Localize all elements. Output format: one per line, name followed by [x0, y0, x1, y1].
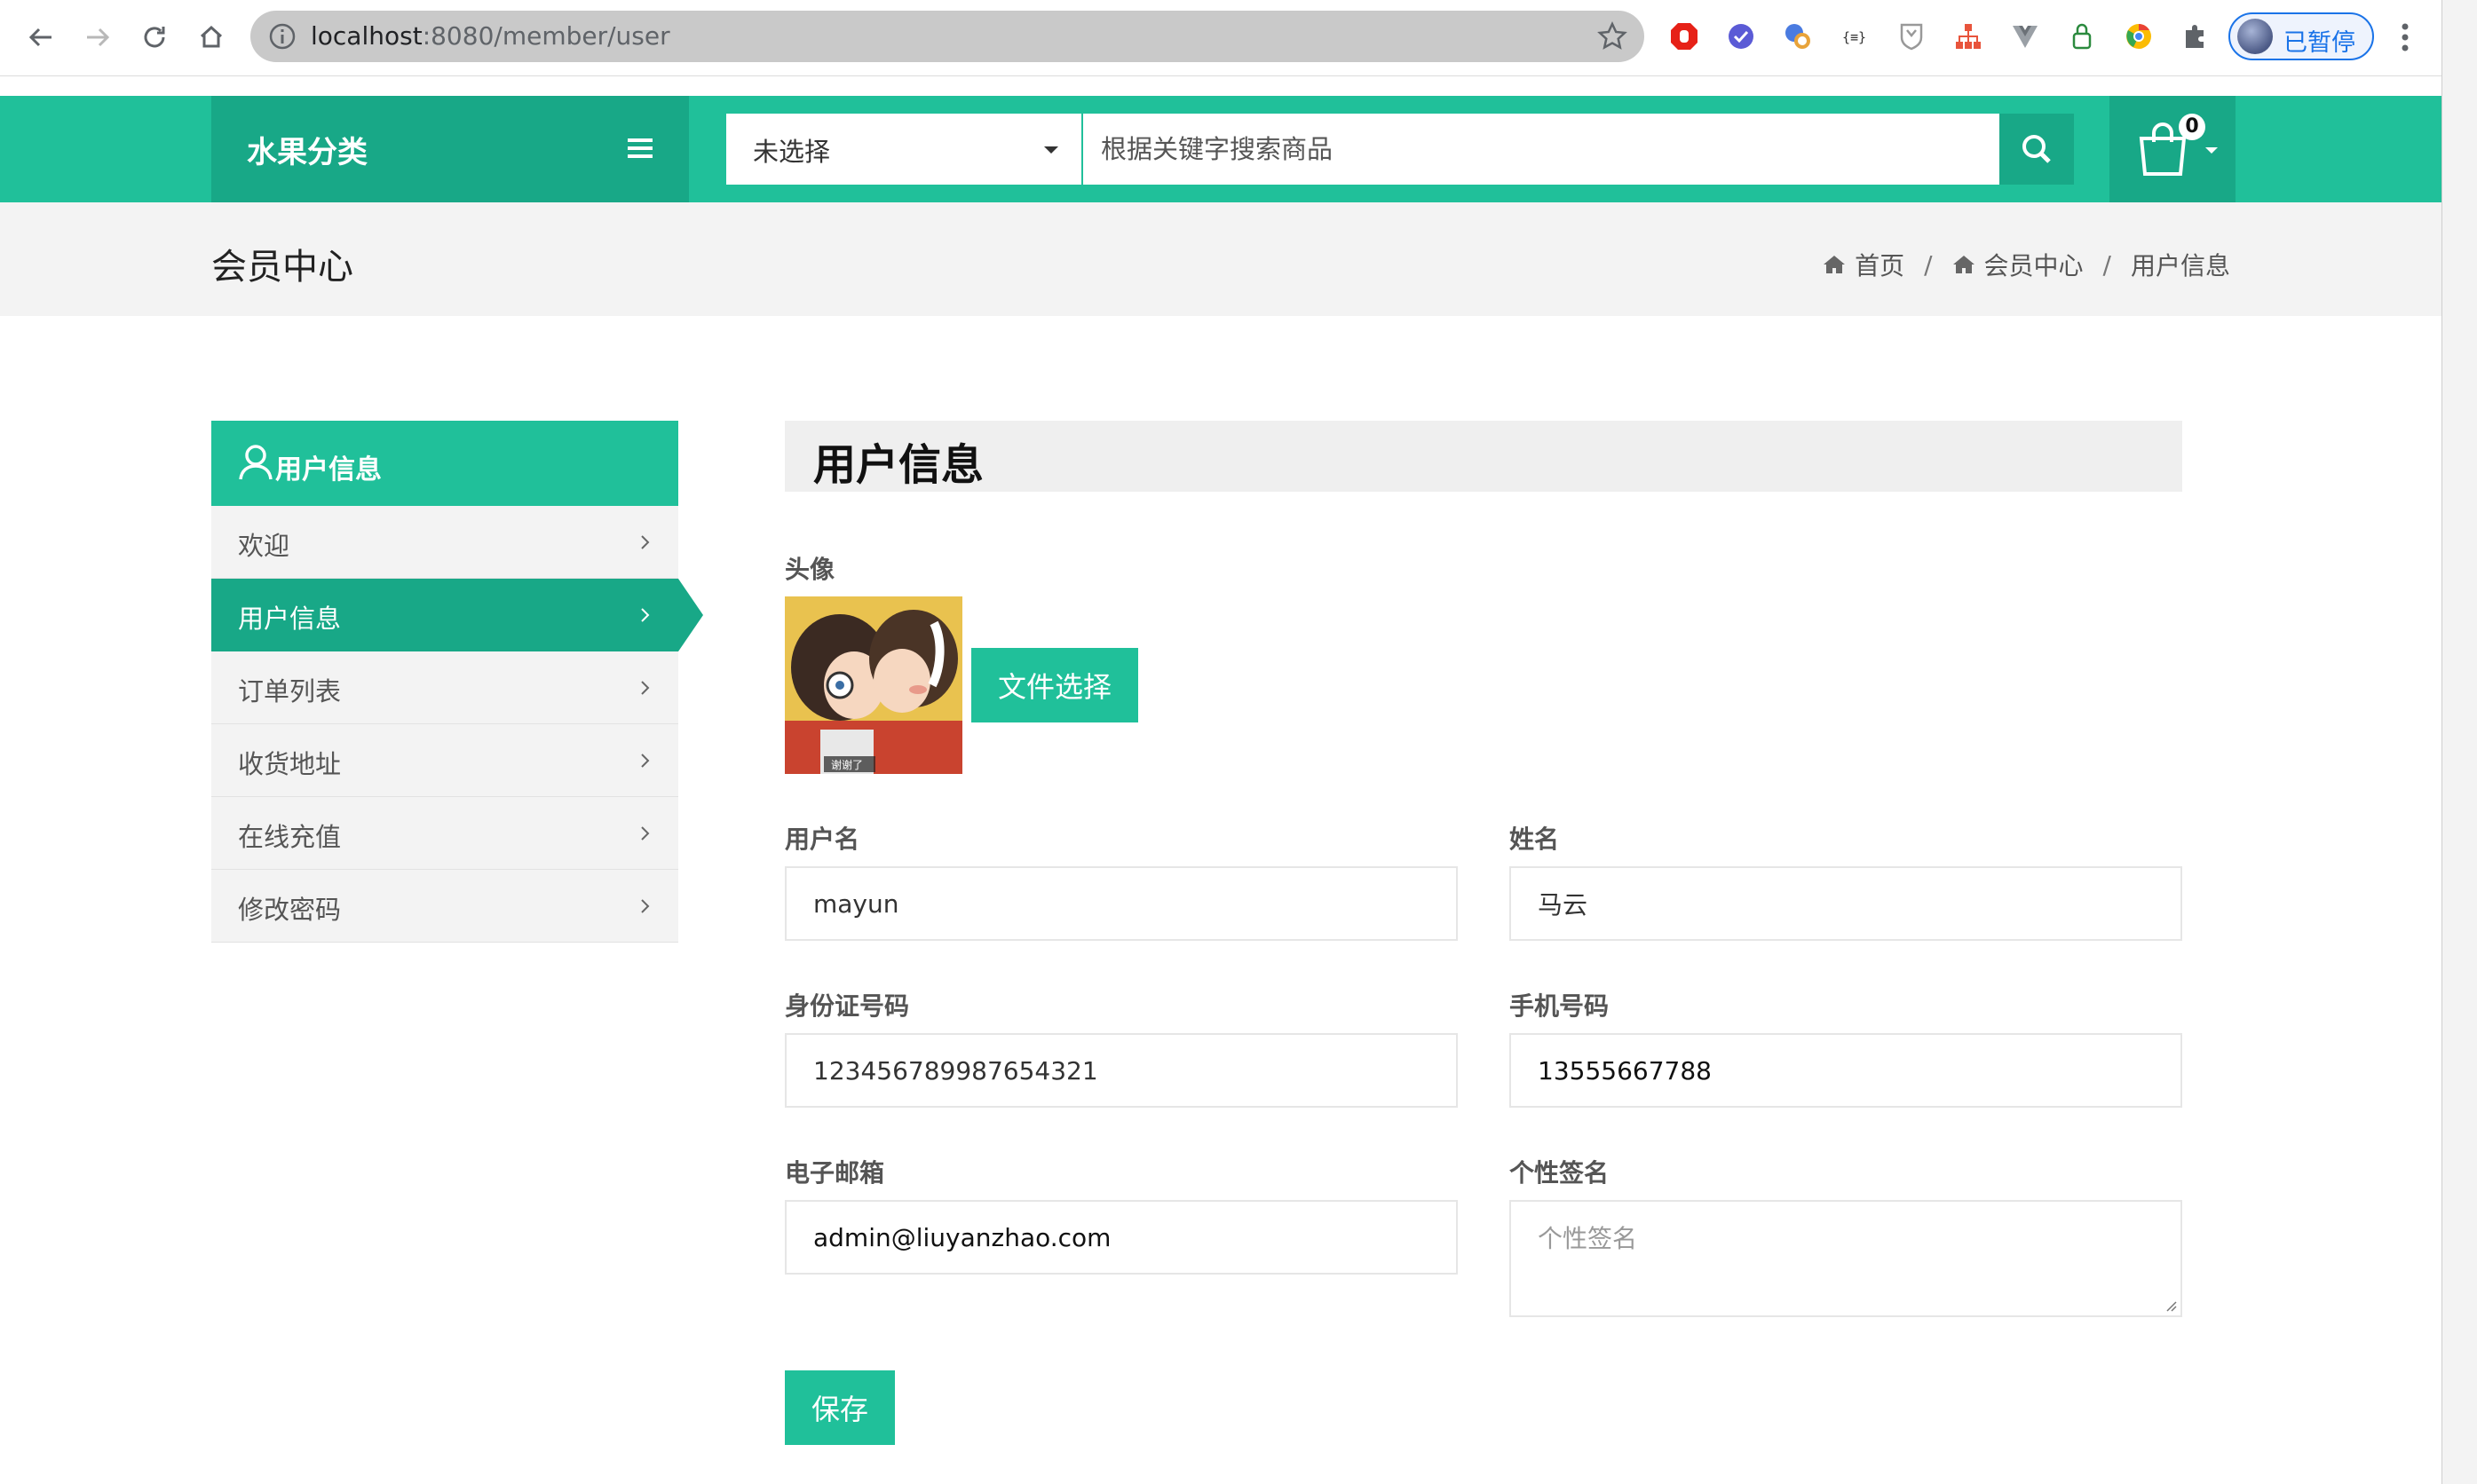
user-icon	[239, 445, 273, 480]
browser-toolbar: localhost:8080/member/user {≡} 已暂停	[0, 0, 2441, 76]
email-field[interactable]: admin@liuyanzhao.com	[785, 1200, 1458, 1275]
breadcrumb-current-label: 用户信息	[2130, 251, 2230, 280]
puzzle-extensions-icon[interactable]	[2179, 20, 2212, 53]
breadcrumb-member-center[interactable]: 会员中心	[1952, 247, 2084, 282]
file-select-button[interactable]: 文件选择	[971, 648, 1138, 722]
chevron-down-icon	[2205, 147, 2218, 154]
realname-label: 姓名	[1509, 825, 1560, 854]
avatar-image: 谢谢了	[785, 596, 962, 774]
idcard-field[interactable]: 123456789987654321	[785, 1033, 1458, 1108]
breadcrumb-separator: /	[2102, 249, 2111, 280]
breadcrumb-link-member-center[interactable]: 会员中心	[1984, 247, 2084, 282]
sitemap-extension-icon[interactable]	[1951, 20, 1985, 53]
address-bar[interactable]: localhost:8080/member/user	[250, 11, 1644, 62]
sidebar-item-label: 修改密码	[238, 895, 342, 925]
sidebar-item-label: 收货地址	[238, 749, 342, 779]
idcard-label: 身份证号码	[785, 991, 910, 1021]
chrome-extension-icon[interactable]	[2122, 20, 2156, 53]
home-icon	[1952, 256, 1974, 273]
search-input[interactable]	[1083, 114, 1999, 185]
sidebar-item-label: 用户信息	[238, 604, 342, 634]
username-label: 用户名	[785, 825, 860, 854]
translate-extension-icon[interactable]	[1781, 20, 1815, 53]
chevron-right-icon	[641, 608, 650, 622]
sidebar-item-change-password[interactable]: 修改密码	[211, 870, 678, 943]
page-title: 会员中心	[211, 247, 353, 288]
bookmark-star-icon[interactable]	[1596, 20, 1628, 52]
signature-label: 个性签名	[1509, 1158, 1610, 1188]
breadcrumb: 首页 / 会员中心 / 用户信息	[1823, 247, 2230, 282]
avatar-label: 头像	[785, 555, 835, 584]
chevron-right-icon	[641, 535, 650, 549]
json-extension-icon[interactable]: {≡}	[1838, 20, 1872, 53]
resize-grip-icon[interactable]	[2164, 1299, 2177, 1312]
svg-text:{≡}: {≡}	[1842, 29, 1866, 45]
breadcrumb-separator: /	[1924, 249, 1933, 280]
page-header-band: 会员中心 首页 / 会员中心 / 用户信息	[0, 202, 2441, 316]
section-title: 用户信息	[813, 440, 985, 490]
adblock-extension-icon[interactable]	[1667, 20, 1701, 53]
more-menu-icon[interactable]	[2392, 18, 2418, 57]
home-icon	[1824, 256, 1846, 273]
back-icon[interactable]	[16, 12, 66, 62]
vue-extension-icon[interactable]	[2008, 20, 2042, 53]
cart-button[interactable]: 0	[2109, 96, 2236, 202]
sidebar-item-recharge[interactable]: 在线充值	[211, 797, 678, 870]
category-menu[interactable]: 水果分类	[211, 96, 689, 202]
cart-count-badge: 0	[2179, 114, 2205, 140]
profile-paused-button[interactable]: 已暂停	[2228, 12, 2374, 60]
realname-field[interactable]: 马云	[1509, 866, 2182, 941]
avatar	[2237, 19, 2273, 54]
sidebar-heading-label: 用户信息	[275, 454, 382, 485]
category-menu-title: 水果分类	[247, 135, 368, 170]
home-icon[interactable]	[186, 12, 236, 62]
email-label: 电子邮箱	[785, 1158, 885, 1188]
sidebar-item-welcome[interactable]: 欢迎	[211, 506, 678, 579]
breadcrumb-home[interactable]: 首页	[1823, 247, 1904, 282]
sidebar-heading: 用户信息	[211, 421, 678, 506]
avatar-caption: 谢谢了	[831, 758, 863, 771]
sidebar-item-orders[interactable]: 订单列表	[211, 651, 678, 724]
shield-extension-icon[interactable]	[1895, 20, 1928, 53]
sidebar-item-label: 欢迎	[238, 531, 290, 561]
page-root: localhost:8080/member/user {≡} 已暂停 水果分类 …	[0, 0, 2477, 1484]
username-field[interactable]: mayun	[785, 866, 1458, 941]
devtools-panel-edge	[2441, 0, 2477, 1484]
sidebar-item-addresses[interactable]: 收货地址	[211, 724, 678, 797]
profile-status-label: 已暂停	[2283, 29, 2355, 57]
category-select[interactable]: 未选择	[726, 114, 1081, 185]
forward-icon[interactable]	[73, 12, 123, 62]
phone-field[interactable]: 13555667788	[1509, 1033, 2182, 1108]
lock-extension-icon[interactable]	[2065, 20, 2099, 53]
search-icon	[2022, 135, 2051, 163]
breadcrumb-current: 用户信息	[2131, 247, 2230, 282]
url-text[interactable]: localhost:8080/member/user	[311, 21, 670, 51]
category-select-value: 未选择	[753, 137, 831, 167]
section-title-bar: 用户信息	[785, 421, 2182, 492]
phone-label: 手机号码	[1509, 991, 1610, 1021]
chevron-right-icon	[641, 754, 650, 768]
sidebar-item-user-info[interactable]: 用户信息	[211, 579, 703, 651]
check-extension-icon[interactable]	[1724, 20, 1758, 53]
reload-icon[interactable]	[130, 12, 179, 62]
chevron-right-icon	[641, 681, 650, 695]
chevron-down-icon	[1044, 146, 1058, 154]
signature-placeholder: 个性签名	[1538, 1224, 1638, 1253]
breadcrumb-link-home[interactable]: 首页	[1855, 247, 1904, 282]
url-path: :8080/member/user	[422, 21, 670, 51]
hamburger-menu-icon[interactable]	[627, 135, 653, 162]
signature-textarea[interactable]: 个性签名	[1509, 1200, 2182, 1317]
search-button[interactable]	[1999, 114, 2074, 185]
chevron-right-icon	[641, 899, 650, 913]
save-button[interactable]: 保存	[785, 1370, 895, 1445]
chevron-right-icon	[641, 826, 650, 841]
url-host: localhost	[311, 21, 423, 51]
sidebar-item-label: 在线充值	[238, 822, 342, 852]
sidebar-menu: 欢迎 用户信息 订单列表 收货地址 在线充值 修改密码	[211, 506, 703, 943]
sidebar-item-label: 订单列表	[238, 676, 342, 706]
info-icon[interactable]	[268, 22, 297, 51]
